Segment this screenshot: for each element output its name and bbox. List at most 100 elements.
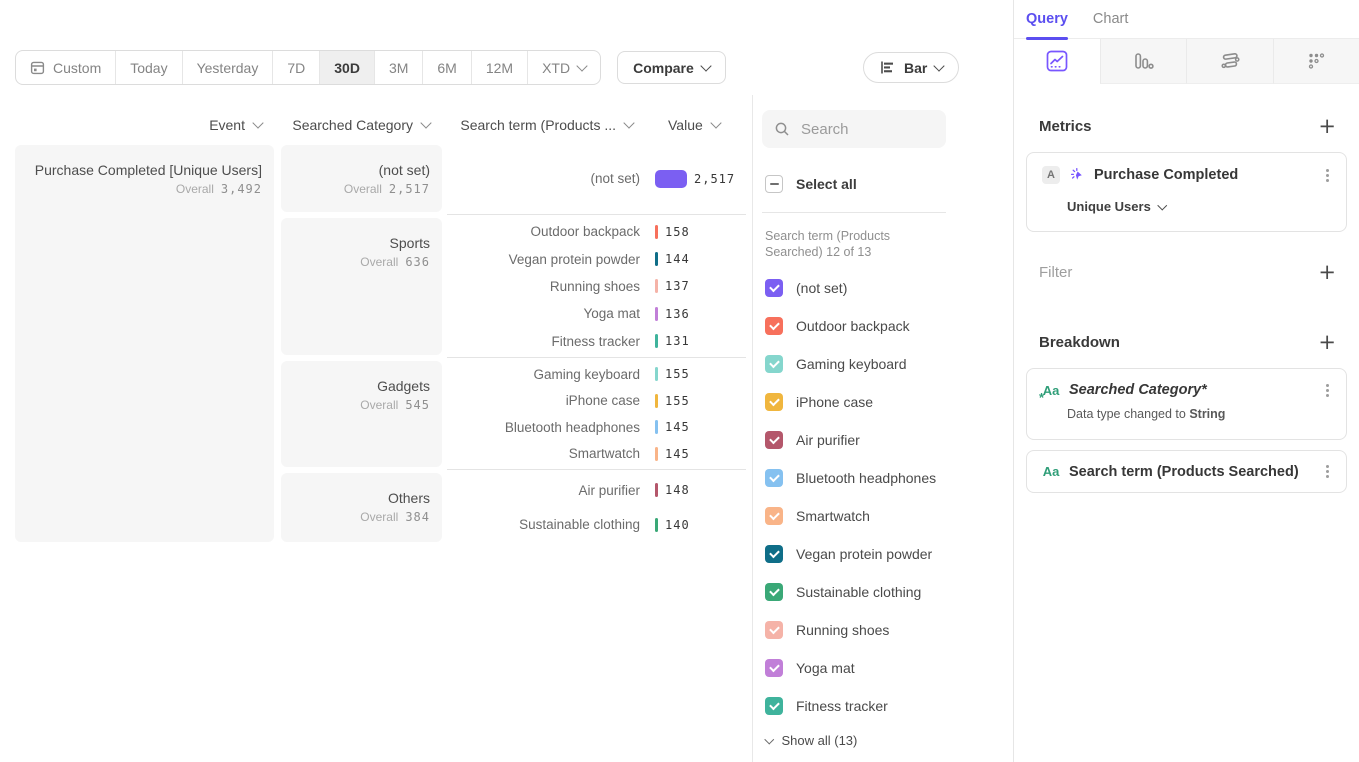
value-bar[interactable] xyxy=(655,483,658,497)
legend-checkbox[interactable] xyxy=(765,469,783,487)
date-range-12m[interactable]: 12M xyxy=(471,51,527,84)
add-filter-button[interactable]: + xyxy=(1318,264,1336,280)
tab-insights[interactable] xyxy=(1014,39,1100,84)
date-range-3m[interactable]: 3M xyxy=(374,51,422,84)
legend-item[interactable]: Sustainable clothing xyxy=(765,583,936,601)
legend-search-box[interactable] xyxy=(762,110,946,148)
value-bar[interactable] xyxy=(655,420,658,434)
term-row: iPhone case155 xyxy=(447,393,746,408)
date-range-30d[interactable]: 30D xyxy=(319,51,374,84)
select-all-checkbox[interactable] xyxy=(765,175,783,193)
metric-card[interactable]: A Purchase Completed Unique Users xyxy=(1026,152,1347,232)
date-range-yesterday[interactable]: Yesterday xyxy=(182,51,273,84)
column-header-event[interactable]: Event xyxy=(15,116,262,134)
select-all-label: Select all xyxy=(796,176,857,192)
legend-item[interactable]: Vegan protein powder xyxy=(765,545,936,563)
legend-item[interactable]: (not set) xyxy=(765,279,936,297)
value-bar[interactable] xyxy=(655,518,658,532)
overall-value: 2,517 xyxy=(389,182,430,196)
category-cell[interactable]: OthersOverall384 xyxy=(281,473,442,542)
filter-title: Filter xyxy=(1039,264,1072,281)
legend-checkbox[interactable] xyxy=(765,545,783,563)
date-range-label: 12M xyxy=(486,60,513,76)
legend-checkbox[interactable] xyxy=(765,279,783,297)
legend-item-label: Running shoes xyxy=(796,622,889,638)
legend-checkbox[interactable] xyxy=(765,621,783,639)
legend-checkbox[interactable] xyxy=(765,697,783,715)
value-bar[interactable] xyxy=(655,279,658,293)
add-metric-button[interactable]: + xyxy=(1318,118,1336,134)
group-separator xyxy=(447,469,746,470)
legend-checkbox[interactable] xyxy=(765,507,783,525)
legend-item[interactable]: Gaming keyboard xyxy=(765,355,936,373)
legend-checkbox[interactable] xyxy=(765,393,783,411)
value-bar[interactable] xyxy=(655,367,658,381)
event-cell[interactable]: Purchase Completed [Unique Users] Overal… xyxy=(15,145,274,542)
value-text: 131 xyxy=(665,334,690,348)
date-range-custom[interactable]: Custom xyxy=(16,51,115,84)
tab-retention[interactable] xyxy=(1273,39,1359,84)
kebab-menu-icon[interactable] xyxy=(1326,174,1329,177)
add-breakdown-button[interactable]: + xyxy=(1318,334,1336,350)
value-text: 155 xyxy=(665,367,690,381)
column-header-value[interactable]: Value xyxy=(668,116,728,134)
column-header-label: Event xyxy=(209,117,245,133)
legend-item[interactable]: Outdoor backpack xyxy=(765,317,936,335)
date-range-xtd[interactable]: XTD xyxy=(527,51,600,84)
value-bar[interactable] xyxy=(655,447,658,461)
legend-item-label: Outdoor backpack xyxy=(796,318,910,334)
value-bar[interactable] xyxy=(655,170,687,188)
category-cell[interactable]: (not set)Overall2,517 xyxy=(281,145,442,212)
date-range-6m[interactable]: 6M xyxy=(422,51,470,84)
column-header-search-term[interactable]: Search term (Products ... xyxy=(446,116,633,134)
show-all-toggle[interactable]: Show all (13) xyxy=(766,733,857,748)
date-range-today[interactable]: Today xyxy=(115,51,181,84)
value-bar[interactable] xyxy=(655,225,658,239)
breakdown-card-search-term[interactable]: Aa Search term (Products Searched) xyxy=(1026,450,1347,493)
retention-icon xyxy=(1305,50,1327,72)
value-text: 145 xyxy=(665,447,690,461)
legend-checkbox[interactable] xyxy=(765,317,783,335)
legend-item-label: Vegan protein powder xyxy=(796,546,932,562)
value-bar[interactable] xyxy=(655,334,658,348)
term-group: Outdoor backpack158Vegan protein powder1… xyxy=(447,218,746,355)
tab-flows[interactable] xyxy=(1186,39,1273,84)
legend-item[interactable]: Fitness tracker xyxy=(765,697,936,715)
legend-item[interactable]: Running shoes xyxy=(765,621,936,639)
note-bold: String xyxy=(1189,407,1225,421)
search-input[interactable] xyxy=(799,120,923,139)
kebab-menu-icon[interactable] xyxy=(1326,470,1329,473)
select-all-row[interactable]: Select all xyxy=(765,175,857,193)
legend-checkbox[interactable] xyxy=(765,659,783,677)
date-range-7d[interactable]: 7D xyxy=(272,51,319,84)
column-header-searched-category[interactable]: Searched Category xyxy=(281,116,430,134)
legend-item[interactable]: iPhone case xyxy=(765,393,936,411)
category-name: (not set) xyxy=(293,161,430,179)
value-bar[interactable] xyxy=(655,394,658,408)
legend-item[interactable]: Yoga mat xyxy=(765,659,936,677)
chart-type-button[interactable]: Bar xyxy=(863,52,959,83)
series-letter-badge: A xyxy=(1042,166,1060,184)
tab-query[interactable]: Query xyxy=(1026,0,1068,38)
legend-checkbox[interactable] xyxy=(765,583,783,601)
tab-funnels[interactable] xyxy=(1100,39,1187,84)
value-bar[interactable] xyxy=(655,252,658,266)
legend-item[interactable]: Air purifier xyxy=(765,431,936,449)
breakdown-card-searched-category[interactable]: Aa Searched Category* Data type changed … xyxy=(1026,368,1347,440)
legend-item[interactable]: Smartwatch xyxy=(765,507,936,525)
category-overall-line: Overall636 xyxy=(293,255,430,269)
legend-checkbox[interactable] xyxy=(765,431,783,449)
category-cell[interactable]: SportsOverall636 xyxy=(281,218,442,355)
measure-dropdown[interactable]: Unique Users xyxy=(1027,184,1346,214)
legend-list: (not set) Outdoor backpack Gaming keyboard… xyxy=(765,279,936,715)
report-type-tabs xyxy=(1014,39,1359,84)
legend-checkbox[interactable] xyxy=(765,355,783,373)
kebab-menu-icon[interactable] xyxy=(1326,389,1329,392)
tab-chart[interactable]: Chart xyxy=(1093,0,1128,38)
category-cell[interactable]: GadgetsOverall545 xyxy=(281,361,442,467)
metrics-section-header: Metrics + xyxy=(1039,116,1336,136)
legend-item[interactable]: Bluetooth headphones xyxy=(765,469,936,487)
value-bar[interactable] xyxy=(655,307,658,321)
column-header-label: Value xyxy=(668,117,703,133)
compare-button[interactable]: Compare xyxy=(617,51,726,84)
